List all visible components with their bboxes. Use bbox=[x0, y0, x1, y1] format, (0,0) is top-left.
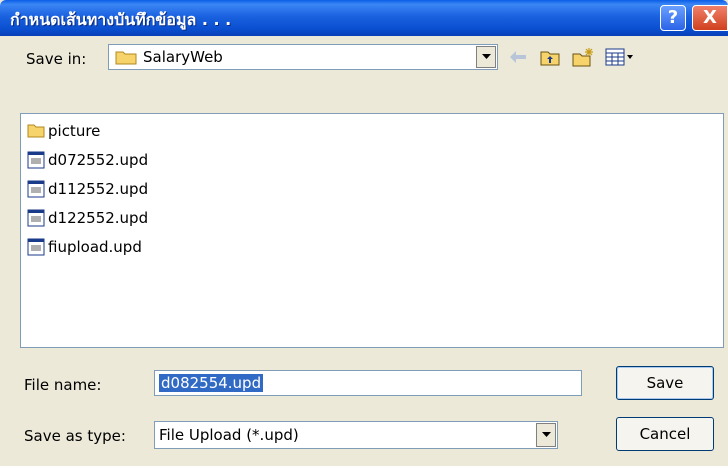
file-icon bbox=[27, 238, 45, 256]
chevron-down-icon[interactable] bbox=[476, 46, 496, 68]
file-list[interactable]: picture d072552.upd d112552.upd d122552.… bbox=[20, 113, 724, 348]
file-name: d072552.upd bbox=[48, 151, 149, 169]
file-icon bbox=[27, 209, 45, 227]
file-name: picture bbox=[48, 122, 101, 140]
file-name-field[interactable]: d082554.upd bbox=[154, 370, 582, 396]
file-name: d122552.upd bbox=[48, 209, 149, 227]
file-name: fiupload.upd bbox=[48, 238, 142, 256]
list-item[interactable]: d122552.upd bbox=[27, 207, 148, 229]
save-as-type-value: File Upload (*.upd) bbox=[159, 426, 299, 444]
save-button[interactable]: Save bbox=[616, 366, 714, 400]
view-menu-icon[interactable] bbox=[604, 46, 636, 68]
list-item[interactable]: d072552.upd bbox=[27, 149, 148, 171]
dialog-title: กำหนดเส้นทางบันทึกข้อมูล . . . bbox=[10, 10, 232, 29]
new-folder-icon[interactable] bbox=[570, 46, 596, 68]
save-in-value: SalaryWeb bbox=[143, 48, 223, 66]
save-dialog: กำหนดเส้นทางบันทึกข้อมูล . . . ? X Save … bbox=[0, 0, 728, 466]
file-icon bbox=[27, 151, 45, 169]
save-as-type-label: Save as type: bbox=[24, 427, 126, 445]
file-name-label: File name: bbox=[24, 376, 102, 394]
save-as-type-dropdown[interactable]: File Upload (*.upd) bbox=[154, 421, 558, 449]
title-bar[interactable]: กำหนดเส้นทางบันทึกข้อมูล . . . ? X bbox=[0, 0, 728, 36]
file-name-value: d082554.upd bbox=[159, 374, 264, 392]
save-in-dropdown[interactable]: SalaryWeb bbox=[108, 44, 498, 70]
list-item[interactable]: d112552.upd bbox=[27, 178, 148, 200]
file-name: d112552.upd bbox=[48, 180, 149, 198]
save-in-label: Save in: bbox=[26, 50, 87, 68]
up-folder-icon[interactable] bbox=[538, 46, 562, 68]
folder-icon bbox=[115, 49, 137, 69]
cancel-button[interactable]: Cancel bbox=[616, 417, 714, 451]
folder-icon bbox=[27, 122, 45, 140]
back-arrow-icon[interactable] bbox=[506, 46, 530, 68]
chevron-down-icon[interactable] bbox=[536, 423, 556, 447]
list-item[interactable]: fiupload.upd bbox=[27, 236, 142, 258]
help-button[interactable]: ? bbox=[660, 5, 686, 31]
list-item[interactable]: picture bbox=[27, 120, 100, 142]
close-button[interactable]: X bbox=[692, 5, 728, 31]
file-icon bbox=[27, 180, 45, 198]
